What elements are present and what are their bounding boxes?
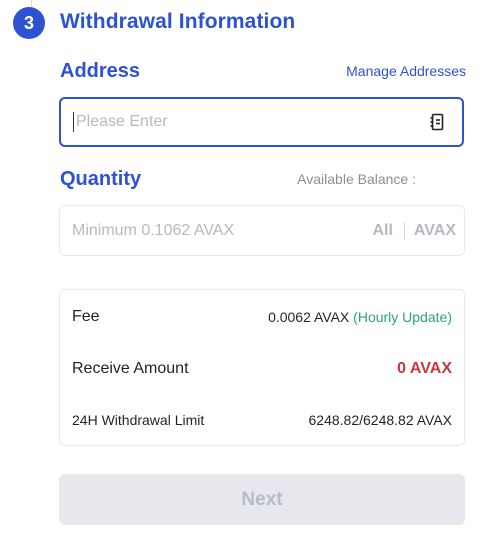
withdrawal-limit-label: 24H Withdrawal Limit <box>72 412 205 428</box>
withdrawal-limit-row: 24H Withdrawal Limit 6248.82/6248.82 AVA… <box>72 412 452 428</box>
fee-label: Fee <box>72 308 100 325</box>
withdrawal-summary: Fee 0.0062 AVAX (Hourly Update) Receive … <box>59 289 465 446</box>
available-balance-label: Available Balance : <box>297 171 416 187</box>
fee-update-note: (Hourly Update) <box>353 309 452 325</box>
address-input[interactable] <box>74 99 426 145</box>
fee-row: Fee 0.0062 AVAX (Hourly Update) <box>72 308 452 326</box>
receive-amount-label: Receive Amount <box>72 360 189 377</box>
fee-value-group: 0.0062 AVAX (Hourly Update) <box>268 309 452 325</box>
step-number-badge: 3 <box>13 7 45 39</box>
manage-addresses-link[interactable]: Manage Addresses <box>346 63 466 79</box>
quantity-field[interactable]: All AVAX <box>59 205 465 256</box>
divider <box>403 221 405 240</box>
receive-amount-row: Receive Amount 0 AVAX <box>72 360 452 378</box>
quantity-input[interactable] <box>60 205 371 256</box>
fee-value: 0.0062 AVAX <box>268 309 350 325</box>
next-button[interactable]: Next <box>59 474 465 525</box>
max-all-button[interactable]: All <box>370 222 394 240</box>
withdrawal-limit-value: 6248.82/6248.82 AVAX <box>308 412 453 428</box>
step-number: 3 <box>23 12 34 33</box>
withdrawal-form: 3 Withdrawal Information Address Manage … <box>0 0 501 546</box>
address-field[interactable] <box>59 97 464 147</box>
address-label: Address <box>60 60 141 82</box>
address-book-icon[interactable] <box>426 111 448 133</box>
section-title: Withdrawal Information <box>60 10 296 33</box>
quantity-unit: AVAX <box>413 221 456 239</box>
receive-amount-value: 0 AVAX <box>397 360 452 377</box>
quantity-label: Quantity <box>60 168 142 190</box>
